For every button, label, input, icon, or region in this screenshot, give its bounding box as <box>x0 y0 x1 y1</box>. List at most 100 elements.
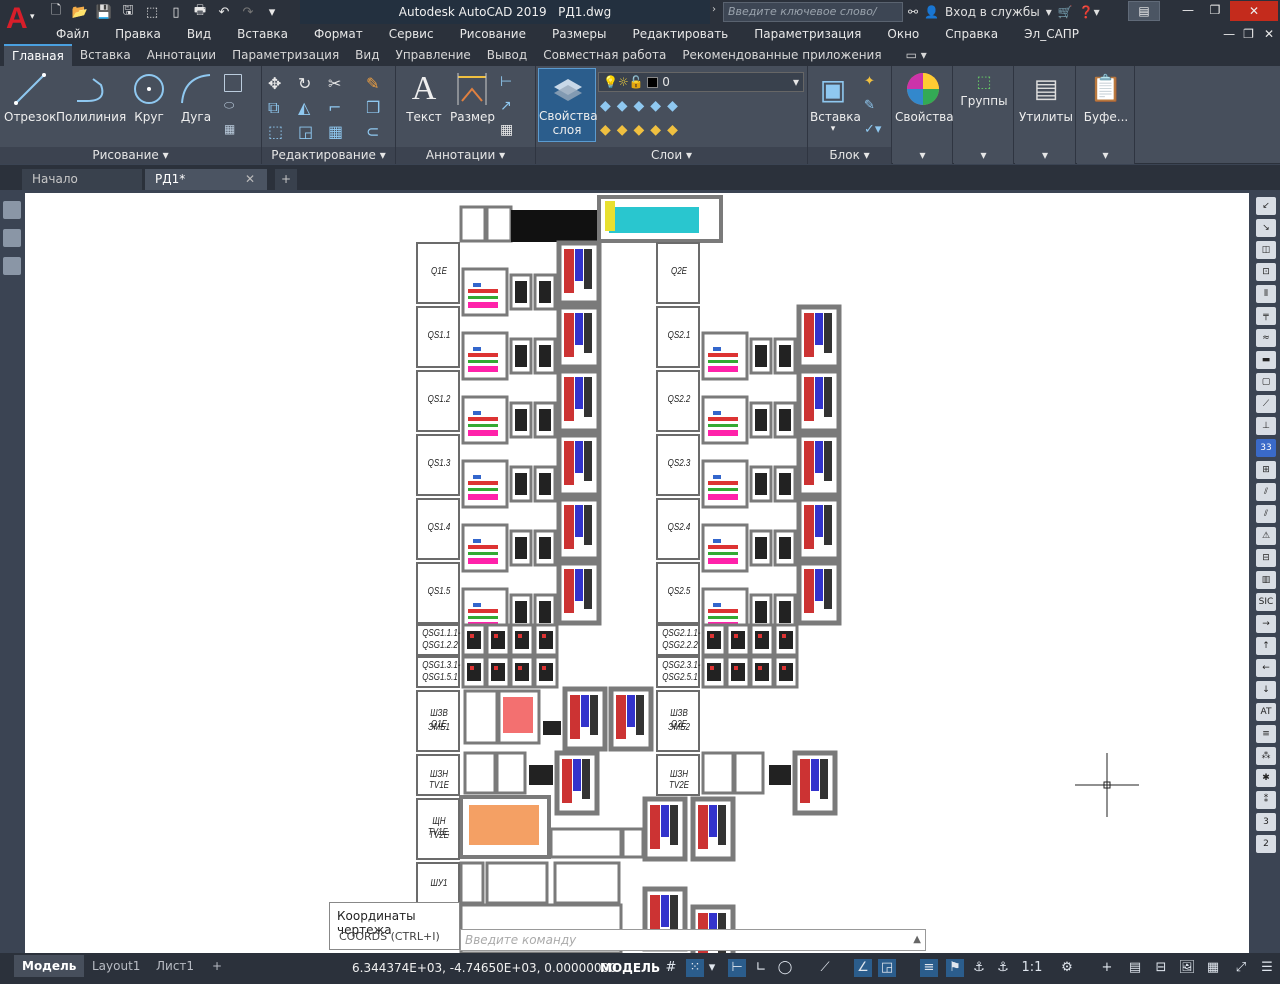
autodesk-app-icon[interactable]: ▤ <box>1128 1 1160 21</box>
menu-restore-icon[interactable]: ❐ <box>1239 24 1258 44</box>
web-icon[interactable]: ⬚ <box>142 2 162 22</box>
menu-help[interactable]: Справка <box>932 24 1011 44</box>
menu-minimize-icon[interactable]: — <box>1219 24 1239 44</box>
polyline-tool[interactable]: Полилиния <box>56 70 126 124</box>
binoculars-icon[interactable]: ⚯ <box>908 5 918 19</box>
fullscreen-icon[interactable]: ⤢ <box>1232 959 1250 977</box>
explode-icon[interactable]: ❒ <box>366 98 384 117</box>
annotation-scale[interactable]: 1:1 <box>1018 959 1046 977</box>
tab-annotate[interactable]: Аннотации <box>139 44 224 66</box>
extra-tool-icon-1[interactable]: ≡ <box>1256 725 1276 743</box>
arc-tool[interactable]: Дуга <box>176 70 216 124</box>
tab-model[interactable]: Модель <box>14 955 85 977</box>
tab-home[interactable]: Главная <box>4 44 72 66</box>
erase-icon[interactable]: ✎ <box>366 74 384 93</box>
add-layout-icon[interactable]: + <box>204 955 230 977</box>
dimension-aligned-icon[interactable]: ↘ <box>1256 219 1276 237</box>
snap-dropdown-icon[interactable]: ▾ <box>706 959 718 977</box>
tab-featured-apps[interactable]: Рекомендованные приложения <box>674 44 889 66</box>
print-icon[interactable]: 🖶 <box>190 2 210 22</box>
isolate-objects-icon[interactable]: ▦ <box>1204 959 1222 977</box>
transparency-icon[interactable]: ≡ <box>920 959 938 977</box>
offset-icon[interactable]: ⊂ <box>366 122 384 141</box>
dimension-baseline-icon[interactable]: ⫴ <box>1256 285 1276 303</box>
open-icon[interactable]: 📂 <box>70 2 90 22</box>
clipboard-tool[interactable]: 📋 Буфе... <box>1079 70 1133 124</box>
create-block-icon[interactable]: ✦ <box>864 74 882 92</box>
command-history-icon[interactable]: ▲ <box>913 930 921 950</box>
groups-panel[interactable]: ⬚ Группы ▾ <box>954 66 1014 164</box>
menu-close-icon[interactable]: ✕ <box>1258 24 1280 44</box>
table-icon[interactable]: ▦ <box>500 122 518 140</box>
menu-window[interactable]: Окно <box>874 24 932 44</box>
tab-view[interactable]: Вид <box>347 44 387 66</box>
extra-tool-icon-3[interactable]: ✱ <box>1256 769 1276 787</box>
layer-dropdown[interactable]: 💡☼🔓 0 ▾ <box>598 72 804 92</box>
undo-icon[interactable]: ↶ <box>214 2 234 22</box>
clipboard-panel[interactable]: 📋 Буфе... ▾ <box>1077 66 1135 164</box>
menu-format[interactable]: Формат <box>301 24 376 44</box>
customize-icon[interactable]: ☰ <box>1258 959 1276 977</box>
layer-tools-row-1[interactable]: ◆◆◆◆◆ <box>600 98 684 114</box>
cart-icon[interactable]: 🛒 <box>1058 5 1073 19</box>
rotate-icon[interactable]: ↻ <box>298 74 316 93</box>
arrow-down-icon[interactable]: ↓ <box>1256 681 1276 699</box>
arrow-up-icon[interactable]: ↑ <box>1256 637 1276 655</box>
extra-tool-icon-6[interactable]: 2 <box>1256 835 1276 853</box>
fillet-icon[interactable]: ⌐ <box>328 98 346 117</box>
annotation-monitor-icon[interactable]: + <box>1098 959 1116 977</box>
dimension-linear-icon[interactable]: ↙ <box>1256 197 1276 215</box>
layer-properties-tool[interactable]: Свойства слоя <box>538 68 598 142</box>
lineweight-icon[interactable]: ◲ <box>878 959 896 977</box>
isometric-icon[interactable]: ◯ <box>776 959 794 977</box>
close-tab-icon[interactable]: ✕ <box>245 169 255 190</box>
break-icon[interactable]: ⊥ <box>1256 417 1276 435</box>
selection-cycling-icon[interactable]: ⚑ <box>946 959 964 977</box>
properties-expand-icon[interactable]: ▾ <box>893 147 952 164</box>
tool-palette-icon[interactable] <box>3 257 21 275</box>
line-tool[interactable]: Отрезок <box>4 70 56 124</box>
minimize-button[interactable]: — <box>1173 1 1203 21</box>
menu-parametric[interactable]: Параметризация <box>741 24 874 44</box>
signin-link[interactable]: Вход в службы <box>945 5 1040 19</box>
tab-rd1[interactable]: РД1* ✕ <box>145 169 267 190</box>
arrow-right-icon[interactable]: → <box>1256 615 1276 633</box>
measure-icon-2[interactable]: ⫽ <box>1256 505 1276 523</box>
units-icon[interactable]: ▤ <box>1126 959 1144 977</box>
groups-expand-icon[interactable]: ▾ <box>954 147 1013 164</box>
search-input[interactable]: Введите ключевое слово/фразу <box>723 2 903 36</box>
sic-icon[interactable]: SIC <box>1256 593 1276 611</box>
save-icon[interactable]: 💾 <box>94 2 114 22</box>
tab-parametric[interactable]: Параметризация <box>224 44 347 66</box>
menu-insert[interactable]: Вставка <box>224 24 301 44</box>
osnap-icon[interactable]: ∠ <box>854 959 872 977</box>
menu-edit[interactable]: Правка <box>102 24 174 44</box>
restore-button[interactable]: ❐ <box>1200 1 1230 21</box>
tab-insert[interactable]: Вставка <box>72 44 139 66</box>
array-icon[interactable]: ▦ <box>328 122 346 141</box>
leader-icon[interactable]: ↗ <box>500 98 518 116</box>
command-input[interactable]: Введите команду ▲ <box>460 929 926 951</box>
tolerance-icon[interactable]: ≈ <box>1256 329 1276 347</box>
dimension-radius-icon[interactable]: ⊡ <box>1256 263 1276 281</box>
error-icon[interactable]: ⚠ <box>1256 527 1276 545</box>
region-icon[interactable]: ▦ <box>224 122 242 140</box>
menu-view[interactable]: Вид <box>174 24 224 44</box>
utilities-panel[interactable]: ▤ Утилиты ▾ <box>1015 66 1076 164</box>
measure-icon[interactable]: ⫽ <box>1256 483 1276 501</box>
workspace-gear-icon[interactable]: ⚙ <box>1058 959 1076 977</box>
clipboard-expand-icon[interactable]: ▾ <box>1077 147 1134 164</box>
linear-dim-icon[interactable]: ⊢ <box>500 74 518 92</box>
hatch-icon[interactable]: ⬭ <box>224 98 242 116</box>
save-as-icon[interactable]: 🖫 <box>118 2 138 22</box>
layer-tools-row-2[interactable]: ◆◆◆◆◆ <box>600 122 684 138</box>
stretch-icon[interactable]: ⬚ <box>268 122 286 141</box>
block-edit-icon[interactable]: ⊞ <box>1256 461 1276 479</box>
app-menu-button[interactable]: A ▾ <box>0 0 42 44</box>
trim-icon[interactable]: ✂ <box>328 74 346 93</box>
tab-list1[interactable]: Лист1 <box>148 955 202 977</box>
dimension-arc-icon[interactable]: ◫ <box>1256 241 1276 259</box>
grid-icon[interactable]: # <box>662 959 680 977</box>
mobile-icon[interactable]: ▯ <box>166 2 186 22</box>
close-button[interactable]: ✕ <box>1230 1 1278 21</box>
